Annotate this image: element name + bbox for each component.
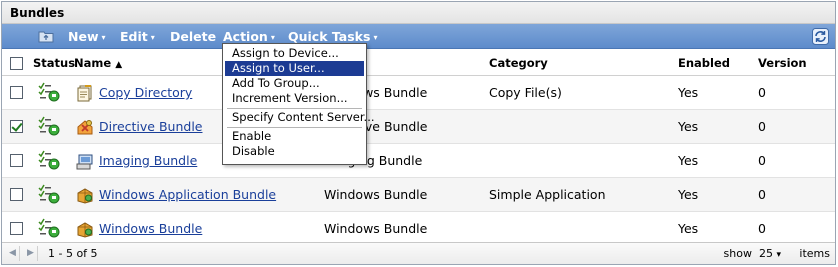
next-page-icon[interactable]: ▶ — [24, 246, 38, 261]
row-checkbox[interactable] — [10, 222, 23, 235]
bundle-enabled: Yes — [678, 85, 699, 100]
row-checkbox[interactable] — [10, 86, 23, 99]
table-row[interactable]: Imaging Bundle Imaging Bundle Yes 0 — [2, 144, 835, 178]
grid-header: Status Name ▲ Type Category Enabled Vers… — [2, 50, 835, 76]
copy-directory-icon — [76, 85, 94, 102]
items-label: items — [799, 247, 830, 260]
chevron-down-icon: ▾ — [776, 250, 781, 260]
status-deployed-icon — [38, 116, 60, 136]
bundle-version: 0 — [758, 221, 766, 236]
bundles-panel: Bundles New ▾ Edit ▾ Delete Action ▾ Quick … — [1, 1, 836, 265]
bundle-enabled: Yes — [678, 153, 699, 168]
bundle-type: Windows Bundle — [324, 187, 428, 202]
status-deployed-icon — [38, 82, 60, 102]
row-checkbox[interactable] — [10, 154, 23, 167]
action-dropdown-menu: Assign to Device... Assign to User... Ad… — [222, 43, 375, 165]
page-range: 1 - 5 of 5 — [48, 247, 98, 260]
select-all-checkbox[interactable] — [10, 57, 23, 70]
status-deployed-icon — [38, 184, 60, 204]
menu-item-increment-version[interactable]: Increment Version... — [225, 91, 364, 106]
column-header-name-label: Name — [74, 56, 112, 70]
bundle-version: 0 — [758, 85, 766, 100]
table-row[interactable]: Windows Bundle Windows Bundle Yes 0 — [2, 212, 835, 246]
row-checkbox[interactable] — [10, 188, 23, 201]
menu-item-specify-content-server[interactable]: Specify Content Server... — [225, 110, 375, 125]
column-header-version[interactable]: Version — [758, 50, 807, 76]
table-row[interactable]: Windows Application Bundle Windows Bundl… — [2, 178, 835, 212]
bundle-name-link[interactable]: Imaging Bundle — [99, 153, 197, 168]
menu-item-assign-to-user[interactable]: Assign to User... — [225, 61, 364, 76]
chevron-down-icon: ▾ — [373, 33, 378, 42]
imaging-bundle-icon — [76, 153, 94, 170]
column-header-category[interactable]: Category — [489, 50, 548, 76]
column-header-name[interactable]: Name ▲ — [74, 50, 122, 76]
menu-item-enable[interactable]: Enable — [225, 129, 364, 144]
column-header-enabled[interactable]: Enabled — [678, 50, 730, 76]
edit-menu-button[interactable]: Edit ▾ — [120, 24, 155, 49]
panel-title: Bundles — [2, 2, 835, 24]
bundle-category: Simple Application — [489, 187, 606, 202]
status-deployed-icon — [38, 218, 60, 238]
show-label: show — [723, 247, 752, 260]
quick-tasks-label: Quick Tasks — [288, 29, 371, 44]
menu-divider — [227, 108, 362, 109]
new-menu-button[interactable]: New ▾ — [68, 24, 106, 49]
bundle-enabled: Yes — [678, 119, 699, 134]
bundle-version: 0 — [758, 119, 766, 134]
column-header-status[interactable]: Status — [33, 50, 75, 76]
edit-label: Edit — [120, 29, 148, 44]
page-size-selector[interactable]: show 25 ▾ — [724, 243, 781, 266]
chevron-down-icon: ▾ — [101, 33, 106, 42]
action-label: Action — [223, 29, 268, 44]
delete-button[interactable]: Delete — [170, 24, 216, 49]
bundle-enabled: Yes — [678, 221, 699, 236]
bundle-type: Windows Bundle — [324, 221, 428, 236]
windows-bundle-icon — [76, 187, 94, 204]
menu-divider — [227, 127, 362, 128]
previous-page-icon[interactable]: ◀ — [6, 246, 20, 261]
new-label: New — [68, 29, 99, 44]
chevron-down-icon: ▾ — [270, 33, 275, 42]
table-row[interactable]: Copy Directory Windows Bundle Copy File(… — [2, 76, 835, 110]
bundle-name-link[interactable]: Windows Bundle — [99, 221, 202, 236]
folder-up-icon[interactable] — [38, 29, 54, 43]
refresh-icon[interactable] — [812, 28, 829, 45]
bundle-version: 0 — [758, 153, 766, 168]
directive-bundle-icon — [76, 119, 94, 136]
menu-item-assign-to-device[interactable]: Assign to Device... — [225, 46, 364, 61]
bundle-name-link[interactable]: Copy Directory — [99, 85, 192, 100]
menu-item-disable[interactable]: Disable — [225, 144, 364, 159]
status-deployed-icon — [38, 150, 60, 170]
page-size-value: 25 — [758, 247, 773, 260]
chevron-down-icon: ▾ — [150, 33, 155, 42]
toolbar: New ▾ Edit ▾ Delete Action ▾ Quick Tasks ▾ — [2, 24, 835, 49]
menu-item-add-to-group[interactable]: Add To Group... — [225, 76, 364, 91]
pagination-footer: ◀ ▶ 1 - 5 of 5 show 25 ▾ items — [2, 242, 835, 264]
bundle-version: 0 — [758, 187, 766, 202]
row-checkbox[interactable] — [10, 120, 23, 133]
table-row[interactable]: Directive Bundle Directive Bundle Yes 0 — [2, 110, 835, 144]
bundle-category: Copy File(s) — [489, 85, 562, 100]
bundle-enabled: Yes — [678, 187, 699, 202]
windows-bundle-icon — [76, 221, 94, 238]
sort-ascending-icon: ▲ — [115, 60, 123, 70]
bundle-name-link[interactable]: Windows Application Bundle — [99, 187, 276, 202]
bundle-name-link[interactable]: Directive Bundle — [99, 119, 202, 134]
